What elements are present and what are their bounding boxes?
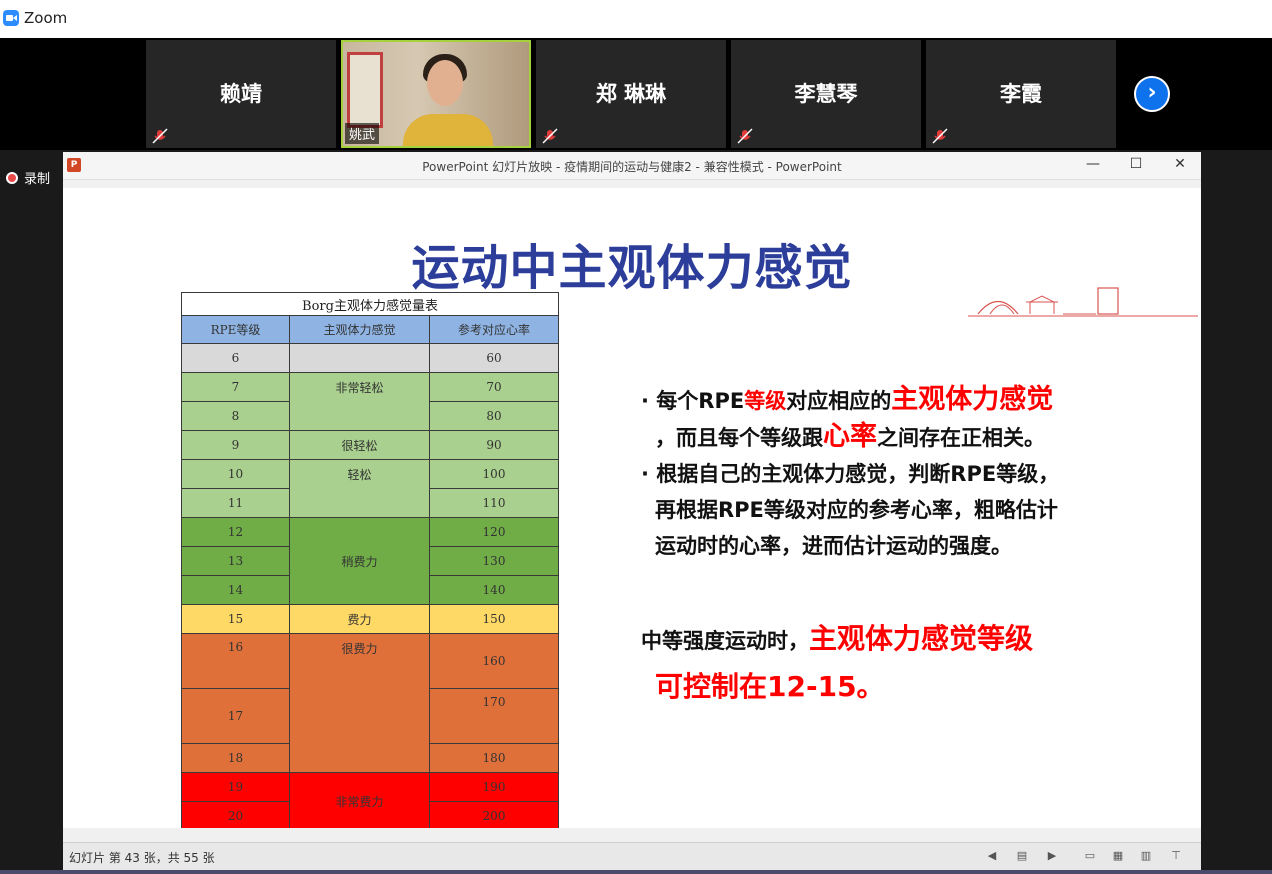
- feeling-cell: 费力: [289, 604, 430, 634]
- participant-gallery: 赖靖 姚武 郑 琳琳 李慧琴 李霞: [0, 38, 1272, 150]
- taskbar-strip: [0, 870, 1272, 874]
- rpe-cell: 9: [181, 430, 290, 460]
- participant-tile[interactable]: 郑 琳琳: [536, 40, 726, 148]
- participant-name: 赖靖: [220, 82, 262, 106]
- hr-cell: 140: [429, 575, 559, 605]
- zoom-logo-icon: [3, 10, 19, 26]
- next-page-arrow-icon[interactable]: ›: [1134, 76, 1170, 112]
- close-icon[interactable]: ✕: [1170, 156, 1190, 172]
- rpe-cell: 15: [181, 604, 290, 634]
- rpe-cell: 16: [181, 633, 290, 689]
- slideshow-icon[interactable]: ⊤: [1169, 849, 1183, 863]
- ppt-title-bar: P PowerPoint 幻灯片放映 - 疫情期间的运动与健康2 - 兼容性模式…: [63, 152, 1201, 180]
- bullet-2-line-3: 运动时的心率，进而估计运动的强度。: [655, 534, 1012, 558]
- conclusion-highlight: 可控制在12-15。: [655, 670, 885, 703]
- participant-name: 李慧琴: [794, 82, 858, 106]
- campus-skyline-logo: [968, 287, 1198, 317]
- feeling-cell: 很轻松: [289, 430, 430, 460]
- feeling-cell: 非常费力: [289, 772, 430, 828]
- borg-rpe-table: Borg主观体力感觉量表 RPE等级 主观体力感觉 参考对应心率 6 60 7 …: [181, 292, 559, 828]
- zoom-window-title: Zoom: [24, 9, 68, 27]
- rpe-cell: 13: [181, 546, 290, 576]
- slide-canvas: 运动中主观体力感觉 Borg主观体力感觉量表 RPE等级 主观体力感觉 参考对应…: [63, 188, 1201, 828]
- slide-bullets: · 每个RPE等级对应相应的主观体力感觉 ，而且每个等级跟心率之间存在正相关。 …: [641, 382, 1161, 564]
- feeling-cell: 轻松: [289, 459, 430, 518]
- hr-cell: 130: [429, 546, 559, 576]
- hr-cell: 170: [429, 688, 559, 744]
- normal-view-icon[interactable]: ▭: [1083, 849, 1097, 863]
- hr-cell: 160: [429, 633, 559, 689]
- table-header: 主观体力感觉: [289, 315, 430, 344]
- table-header: 参考对应心率: [429, 315, 559, 344]
- minimize-icon[interactable]: —: [1083, 156, 1103, 172]
- record-label: 录制: [24, 172, 51, 187]
- mic-muted-icon: [152, 128, 168, 144]
- rpe-cell: 10: [181, 459, 290, 489]
- reading-view-icon[interactable]: ▥: [1139, 849, 1153, 863]
- participant-name: 姚武: [345, 123, 380, 144]
- conclusion-text: 中等强度运动时，: [641, 629, 809, 653]
- powerpoint-window: P PowerPoint 幻灯片放映 - 疫情期间的运动与健康2 - 兼容性模式…: [63, 152, 1201, 871]
- bullet-2-line-2: 再根据RPE等级对应的参考心率，粗略估计: [655, 498, 1058, 522]
- previous-slide-icon[interactable]: ◀: [985, 849, 999, 863]
- rpe-cell: 14: [181, 575, 290, 605]
- bullet-1-line-2: ，而且每个等级跟心率之间存在正相关。: [655, 421, 1045, 452]
- rpe-cell: 18: [181, 743, 290, 773]
- feeling-cell: 非常轻松: [289, 372, 430, 431]
- rpe-cell: 6: [181, 343, 290, 373]
- hr-cell: 110: [429, 488, 559, 518]
- slide-menu-icon[interactable]: ▤: [1015, 849, 1029, 863]
- bullet-2-line-1: · 根据自己的主观体力感觉，判断RPE等级，: [641, 462, 1060, 486]
- zoom-title-bar: Zoom: [0, 0, 1272, 39]
- hr-cell: 200: [429, 801, 559, 828]
- mic-muted-icon: [932, 128, 948, 144]
- hr-cell: 60: [429, 343, 559, 373]
- participant-name: 李霞: [1000, 82, 1042, 106]
- ppt-window-title: PowerPoint 幻灯片放映 - 疫情期间的运动与健康2 - 兼容性模式 -…: [422, 160, 842, 174]
- ppt-status-bar: 幻灯片 第 43 张，共 55 张 ◀ ▤ ▶ ▭ ▦ ▥ ⊤: [63, 842, 1201, 871]
- hr-cell: 70: [429, 372, 559, 402]
- participant-name: 郑 琳琳: [595, 82, 667, 106]
- hr-cell: 190: [429, 772, 559, 802]
- participant-tile[interactable]: 李霞: [926, 40, 1116, 148]
- rpe-cell: 12: [181, 517, 290, 547]
- hr-cell: 150: [429, 604, 559, 634]
- hr-cell: 120: [429, 517, 559, 547]
- rpe-cell: 8: [181, 401, 290, 431]
- conclusion-highlight: 主观体力感觉等级: [809, 622, 1034, 655]
- slide-sorter-icon[interactable]: ▦: [1111, 849, 1125, 863]
- maximize-icon[interactable]: ☐: [1126, 156, 1146, 172]
- bullet-1-line-1: · 每个RPE等级对应相应的主观体力感觉: [641, 384, 1054, 415]
- rpe-cell: 7: [181, 372, 290, 402]
- hr-cell: 100: [429, 459, 559, 489]
- hr-cell: 180: [429, 743, 559, 773]
- feeling-cell: 很费力: [289, 633, 430, 773]
- hr-cell: 80: [429, 401, 559, 431]
- table-caption: Borg主观体力感觉量表: [181, 292, 559, 316]
- table-header: RPE等级: [181, 315, 290, 344]
- next-slide-icon[interactable]: ▶: [1045, 849, 1059, 863]
- mic-muted-icon: [542, 128, 558, 144]
- feeling-cell: 稍费力: [289, 517, 430, 605]
- participant-video-tile[interactable]: 姚武: [341, 40, 531, 148]
- rpe-cell: 19: [181, 772, 290, 802]
- record-icon: [6, 172, 18, 184]
- rpe-cell: 11: [181, 488, 290, 518]
- participant-tile[interactable]: 赖靖: [146, 40, 336, 148]
- hr-cell: 90: [429, 430, 559, 460]
- slide-conclusion: 中等强度运动时，主观体力感觉等级 可控制在12-15。: [641, 616, 1161, 712]
- rpe-cell: 20: [181, 801, 290, 828]
- rpe-cell: 17: [181, 688, 290, 744]
- mic-muted-icon: [737, 128, 753, 144]
- recording-indicator: 录制: [6, 168, 50, 187]
- feeling-cell: [289, 343, 430, 373]
- participant-tile[interactable]: 李慧琴: [731, 40, 921, 148]
- slide-counter: 幻灯片 第 43 张，共 55 张: [69, 851, 215, 865]
